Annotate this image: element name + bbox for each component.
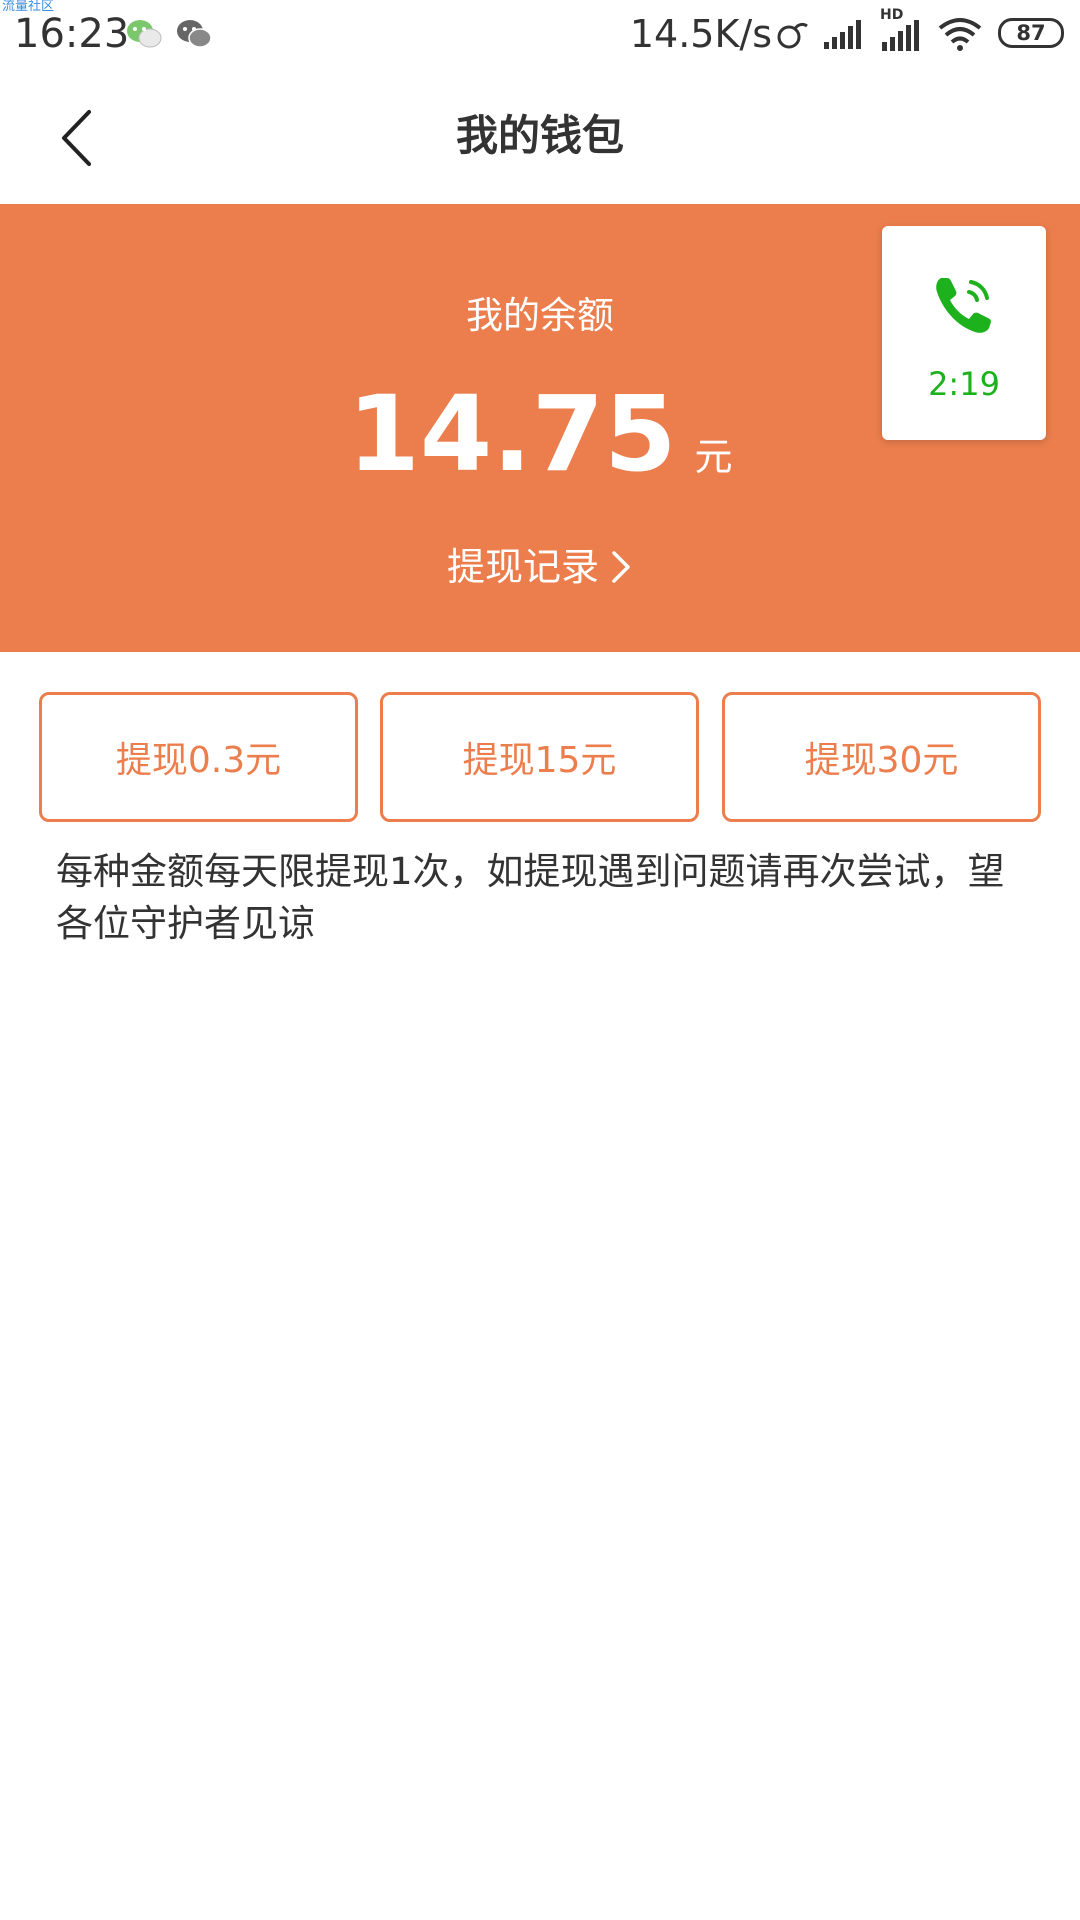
withdraw-notice: 每种金额每天限提现1次，如提现遇到问题请再次尝试，望各位守护者见谅 bbox=[56, 850, 1005, 945]
link-icon bbox=[777, 22, 808, 49]
battery-icon: 87 bbox=[998, 18, 1064, 48]
chevron-right-icon bbox=[612, 551, 630, 583]
balance-unit: 元 bbox=[694, 435, 733, 479]
withdraw-record-label: 提现记录 bbox=[446, 545, 599, 589]
withdraw-record-link[interactable]: 提现记录 bbox=[0, 542, 1080, 592]
withdraw-option-button[interactable]: 提现30元 bbox=[722, 692, 1041, 822]
header-bar: 我的钱包 bbox=[0, 68, 1080, 204]
battery-level: 87 bbox=[1016, 21, 1046, 45]
signal-icon bbox=[824, 20, 861, 49]
withdraw-option-button[interactable]: 提现0.3元 bbox=[39, 692, 358, 822]
call-duration: 2:19 bbox=[928, 365, 1000, 403]
wechat-alt-icon bbox=[177, 20, 212, 48]
status-bar: 流量社区 16:23 14.5K/s HD 87 bbox=[0, 0, 1080, 68]
phone-icon bbox=[936, 278, 991, 333]
wallet-page: 流量社区 16:23 14.5K/s HD 87 我的钱包 我的余额 14.75… bbox=[0, 0, 1080, 1920]
status-time: 16:23 bbox=[14, 11, 130, 57]
balance-amount: 14.75 bbox=[347, 373, 677, 495]
withdraw-option-button[interactable]: 提现15元 bbox=[380, 692, 699, 822]
wifi-icon bbox=[938, 18, 982, 51]
wechat-icon bbox=[127, 20, 162, 48]
withdraw-option-label: 提现0.3元 bbox=[115, 740, 282, 781]
withdraw-option-label: 提现30元 bbox=[804, 740, 959, 781]
withdraw-option-label: 提现15元 bbox=[462, 740, 617, 781]
signal-hd-icon: HD bbox=[880, 8, 928, 52]
withdraw-options: 提现0.3元 提现15元 提现30元 bbox=[39, 692, 1041, 822]
network-speed: 14.5K/s bbox=[629, 12, 772, 56]
call-widget[interactable]: 2:19 bbox=[882, 226, 1046, 440]
page-title: 我的钱包 bbox=[455, 111, 624, 160]
